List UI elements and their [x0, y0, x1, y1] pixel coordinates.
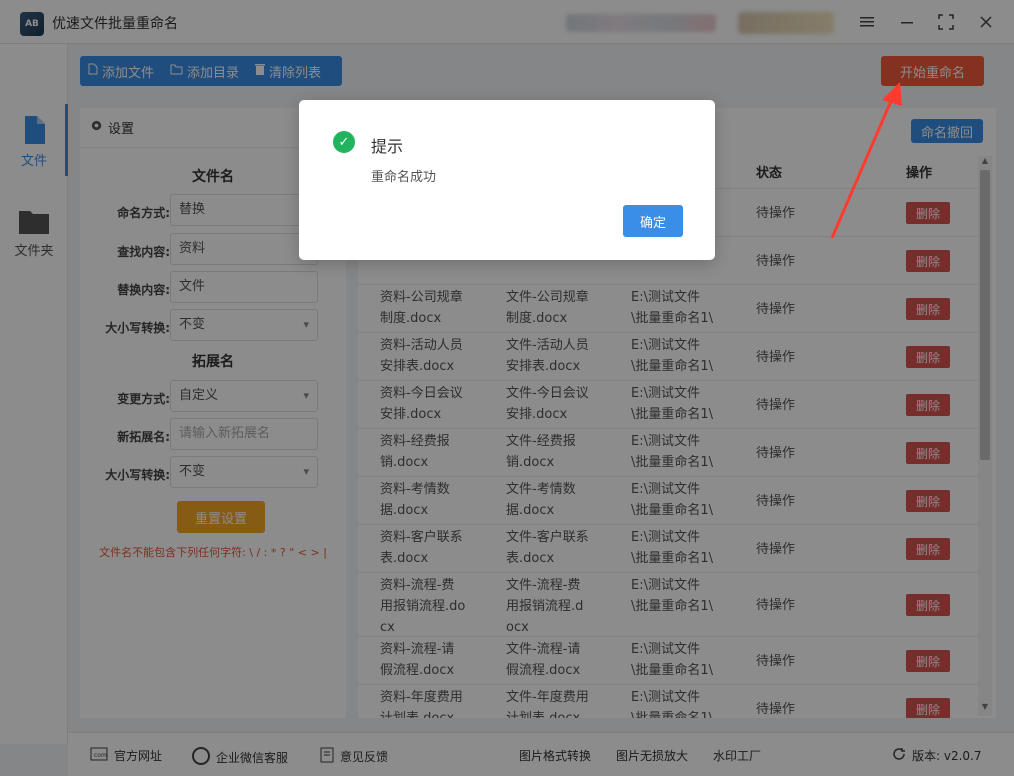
dialog-ok-button[interactable]: 确定 [623, 205, 683, 237]
annotation-arrow [830, 82, 902, 239]
app-window: AB 优速文件批量重命名 文件 文件夹 添加文件 添加目录 清除列表 开始重命名… [0, 0, 1014, 776]
success-dialog: ✓ 提示 重命名成功 确定 [299, 100, 715, 260]
dialog-message: 重命名成功 [371, 170, 437, 185]
dialog-title: 提示 [371, 137, 404, 156]
success-check-icon: ✓ [333, 131, 355, 153]
